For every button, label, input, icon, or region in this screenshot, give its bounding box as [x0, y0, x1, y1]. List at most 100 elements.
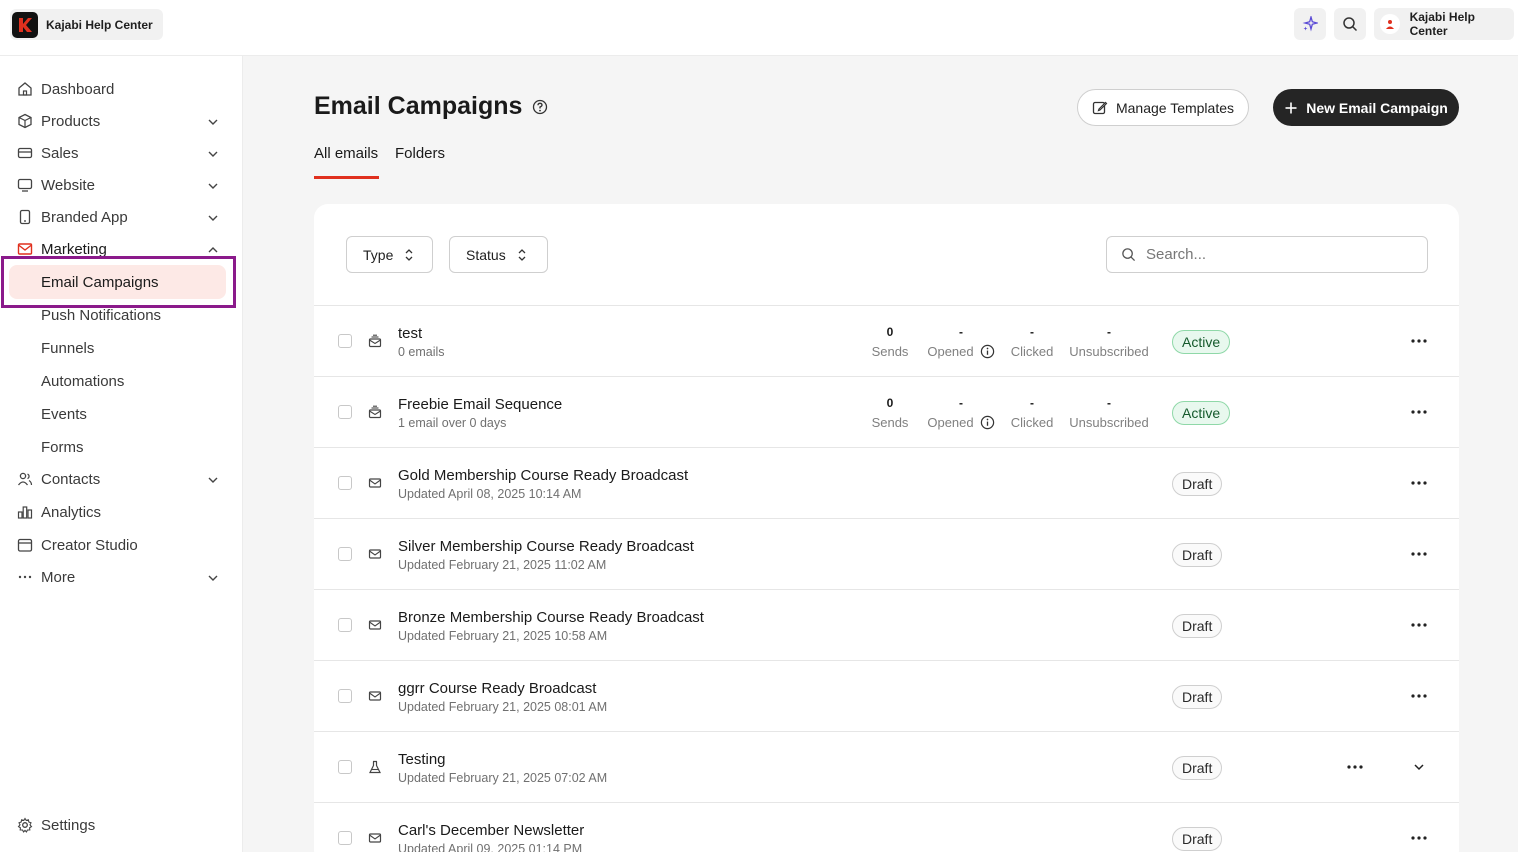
campaign-title[interactable]: Gold Membership Course Ready Broadcast — [398, 467, 688, 484]
status-badge: Draft — [1172, 756, 1223, 780]
top-bar: Kajabi Help Center Kajabi Help Center — [0, 0, 1518, 56]
campaign-row[interactable]: ggrr Course Ready Broadcast Updated Febr… — [314, 660, 1459, 731]
campaign-title[interactable]: Carl's December Newsletter — [398, 822, 584, 839]
campaign-row[interactable]: Freebie Email Sequence 1 email over 0 da… — [314, 376, 1459, 447]
stat-opened: - Opened — [924, 325, 998, 359]
more-options-icon[interactable] — [1346, 760, 1364, 774]
mail-icon — [17, 243, 33, 255]
more-options-icon[interactable] — [1410, 547, 1428, 561]
info-icon[interactable] — [980, 415, 995, 430]
mail-icon — [368, 833, 382, 843]
stat-label: Opened — [927, 415, 974, 430]
type-filter[interactable]: Type — [346, 236, 433, 273]
manage-templates-button[interactable]: Manage Templates — [1077, 89, 1249, 126]
status-badge: Draft — [1172, 543, 1223, 567]
more-options-icon[interactable] — [1410, 618, 1428, 632]
sidebar-item-settings[interactable]: Settings — [0, 811, 243, 839]
stat-opened: - Opened — [924, 396, 998, 430]
status-badge: Draft — [1172, 614, 1223, 638]
status-badge: Draft — [1172, 827, 1223, 851]
row-checkbox[interactable] — [338, 405, 352, 419]
sidebar-subitem-funnels[interactable]: Funnels — [0, 334, 243, 362]
stat-label: Sends — [871, 344, 909, 359]
campaign-row[interactable]: Silver Membership Course Ready Broadcast… — [314, 518, 1459, 589]
user-icon — [1385, 20, 1394, 29]
campaign-subtitle: Updated February 21, 2025 11:02 AM — [398, 558, 607, 572]
campaign-row[interactable]: Bronze Membership Course Ready Broadcast… — [314, 589, 1459, 660]
campaign-subtitle: 1 email over 0 days — [398, 416, 507, 430]
sidebar-item-label: Branded App — [41, 208, 128, 226]
campaign-row[interactable]: test 0 emails 0 Sends - Opened - Clicked - U… — [314, 305, 1459, 376]
campaign-row[interactable]: Gold Membership Course Ready Broadcast U… — [314, 447, 1459, 518]
kajabi-logo-icon — [12, 11, 38, 38]
campaign-title[interactable]: ggrr Course Ready Broadcast — [398, 680, 596, 697]
stat-label: Clicked — [1010, 415, 1054, 430]
brand-switcher[interactable]: Kajabi Help Center — [10, 9, 163, 40]
status-badge: Active — [1172, 401, 1231, 425]
sidebar-item-more[interactable]: More — [0, 563, 243, 591]
ai-assistant-button[interactable] — [1294, 8, 1326, 40]
more-options-icon[interactable] — [1410, 476, 1428, 490]
row-checkbox[interactable] — [338, 334, 352, 348]
sidebar-item-analytics[interactable]: Analytics — [0, 498, 243, 526]
more-options-icon[interactable] — [1410, 689, 1428, 703]
campaign-title[interactable]: test — [398, 325, 422, 342]
tab-folders[interactable]: Folders — [395, 145, 445, 162]
sequence-mail-icon — [368, 334, 382, 348]
search-icon — [1343, 17, 1358, 32]
stat-clicked: - Clicked — [1008, 325, 1056, 359]
row-checkbox[interactable] — [338, 689, 352, 703]
row-checkbox[interactable] — [338, 618, 352, 632]
campaign-title[interactable]: Testing — [398, 751, 446, 768]
stat-value: 0 — [886, 325, 894, 339]
sidebar-item-creator-studio[interactable]: Creator Studio — [0, 531, 243, 559]
campaign-row[interactable]: Carl's December Newsletter Updated April… — [314, 802, 1459, 852]
sidebar-item-dashboard[interactable]: Dashboard — [0, 75, 243, 103]
more-options-icon[interactable] — [1410, 831, 1428, 845]
sidebar-item-label: Marketing — [41, 240, 107, 258]
sidebar: Dashboard Products Sales Website Branded… — [0, 56, 243, 852]
row-checkbox[interactable] — [338, 760, 352, 774]
info-icon[interactable] — [980, 344, 995, 359]
campaign-row[interactable]: Testing Updated February 21, 2025 07:02 … — [314, 731, 1459, 802]
tab-all-emails[interactable]: All emails — [314, 145, 378, 162]
campaigns-card: Type Status test 0 emails 0 Sends - Opened… — [314, 204, 1459, 852]
campaign-title[interactable]: Freebie Email Sequence — [398, 396, 562, 413]
sidebar-item-label: Sales — [41, 144, 79, 162]
campaign-title[interactable]: Bronze Membership Course Ready Broadcast — [398, 609, 704, 626]
sidebar-subitem-events[interactable]: Events — [0, 400, 243, 428]
chevron-up-icon — [208, 247, 218, 253]
status-badge: Draft — [1172, 472, 1223, 496]
search-box[interactable] — [1106, 236, 1428, 273]
chevron-down-icon — [208, 119, 218, 125]
sidebar-item-branded-app[interactable]: Branded App — [0, 203, 243, 231]
row-checkbox[interactable] — [338, 547, 352, 561]
campaign-title[interactable]: Silver Membership Course Ready Broadcast — [398, 538, 694, 555]
more-options-icon[interactable] — [1410, 334, 1428, 348]
sidebar-item-sales[interactable]: Sales — [0, 139, 243, 167]
chevron-down-icon[interactable] — [1412, 760, 1426, 774]
manage-templates-label: Manage Templates — [1115, 99, 1235, 116]
stat-clicked: - Clicked — [1008, 396, 1056, 430]
search-button[interactable] — [1334, 8, 1366, 40]
account-name: Kajabi Help Center — [1409, 10, 1475, 38]
status-filter[interactable]: Status — [449, 236, 548, 273]
plus-icon — [1285, 102, 1297, 113]
sidebar-item-contacts[interactable]: Contacts — [0, 465, 243, 493]
box-icon — [18, 113, 32, 129]
account-menu[interactable]: Kajabi Help Center — [1374, 8, 1514, 40]
help-circle-icon[interactable] — [532, 99, 548, 115]
sidebar-item-label: More — [41, 568, 76, 586]
campaign-subtitle: Updated February 21, 2025 08:01 AM — [398, 700, 608, 714]
chevron-down-icon — [208, 151, 218, 157]
new-email-campaign-button[interactable]: New Email Campaign — [1273, 89, 1459, 126]
row-checkbox[interactable] — [338, 831, 352, 845]
search-input[interactable] — [1146, 246, 1406, 263]
sidebar-item-website[interactable]: Website — [0, 171, 243, 199]
more-options-icon[interactable] — [1410, 405, 1428, 419]
row-checkbox[interactable] — [338, 476, 352, 490]
sidebar-subitem-forms[interactable]: Forms — [0, 433, 243, 461]
sidebar-subitem-automations[interactable]: Automations — [0, 367, 243, 395]
sidebar-item-products[interactable]: Products — [0, 107, 243, 135]
chevron-updown-icon — [518, 248, 526, 261]
